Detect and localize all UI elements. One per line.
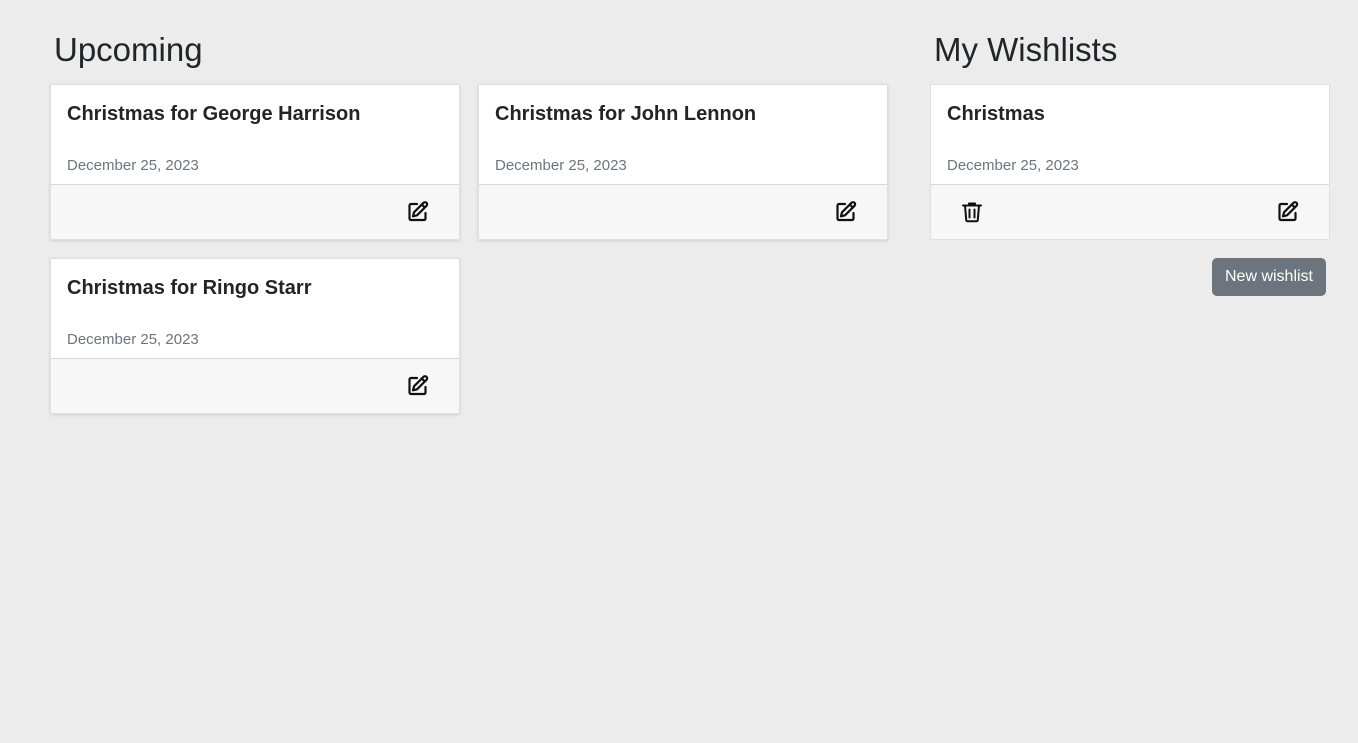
delete-button[interactable] (959, 199, 985, 225)
card-date: December 25, 2023 (947, 157, 1079, 174)
edit-icon (1278, 201, 1299, 222)
trash-icon (962, 202, 982, 223)
card-date: December 25, 2023 (495, 157, 627, 174)
card-footer (51, 358, 459, 413)
edit-button[interactable] (1275, 199, 1301, 225)
card-body: Christmas December 25, 2023 (931, 85, 1329, 185)
edit-button[interactable] (405, 199, 431, 225)
edit-button[interactable] (405, 373, 431, 399)
new-wishlist-button[interactable]: New wishlist (1212, 258, 1326, 296)
card-footer (51, 184, 459, 239)
my-wishlist-card: Christmas December 25, 2023 (930, 84, 1330, 240)
card-date: December 25, 2023 (67, 331, 199, 348)
upcoming-wishlist-card: Christmas for George Harrison December 2… (50, 84, 460, 240)
card-title: Christmas (947, 103, 1045, 125)
card-title: Christmas for John Lennon (495, 103, 757, 125)
upcoming-section-title: Upcoming (54, 31, 203, 68)
upcoming-wishlist-card: Christmas for Ringo Starr December 25, 2… (50, 258, 460, 414)
card-title: Christmas for Ringo Starr (67, 277, 312, 299)
edit-icon (836, 201, 857, 222)
card-body: Christmas for George Harrison December 2… (51, 85, 459, 185)
card-title: Christmas for George Harrison (67, 103, 361, 125)
card-body: Christmas for John Lennon December 25, 2… (479, 85, 887, 185)
card-date: December 25, 2023 (67, 157, 199, 174)
card-body: Christmas for Ringo Starr December 25, 2… (51, 259, 459, 359)
edit-button[interactable] (833, 199, 859, 225)
edit-icon (408, 375, 429, 396)
upcoming-wishlist-card: Christmas for John Lennon December 25, 2… (478, 84, 888, 240)
edit-icon (408, 201, 429, 222)
card-footer (479, 184, 887, 239)
card-footer (931, 184, 1329, 239)
my-wishlists-section-title: My Wishlists (934, 31, 1118, 68)
